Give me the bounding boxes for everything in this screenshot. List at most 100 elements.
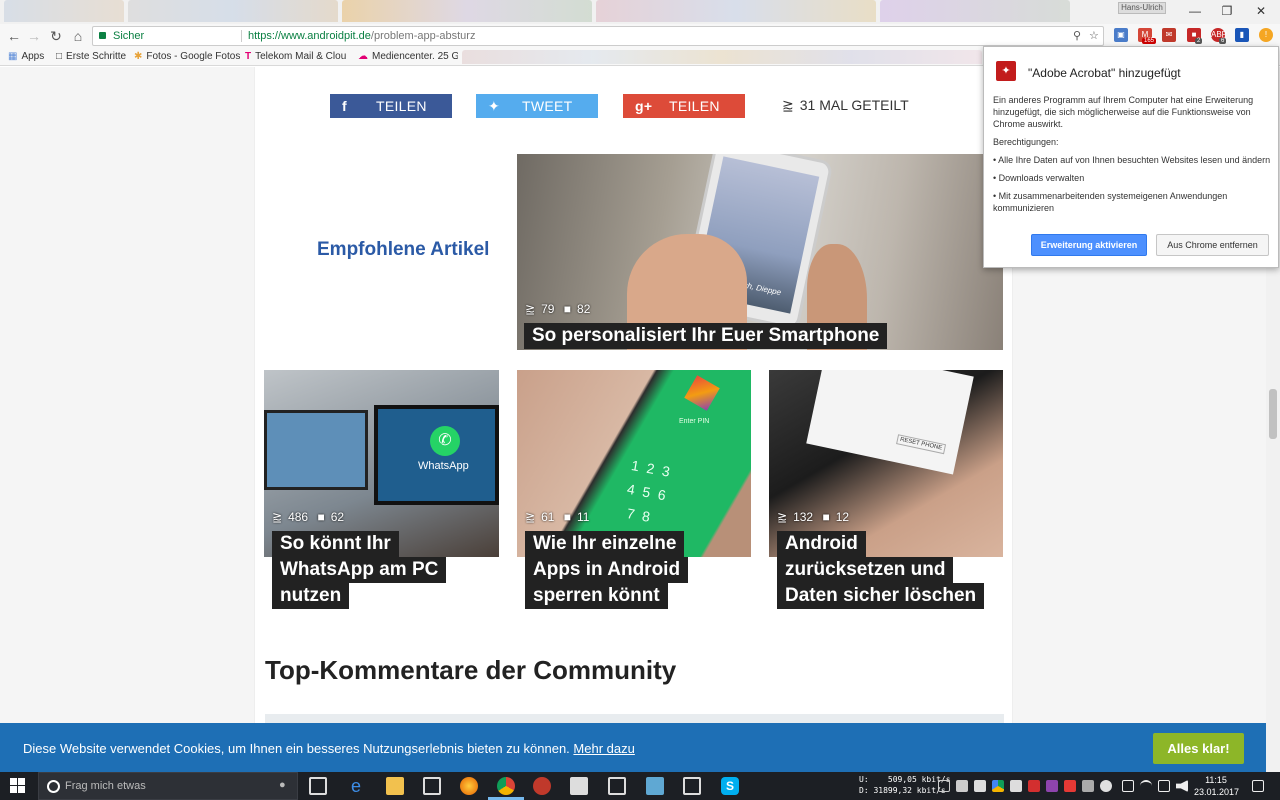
defender-tray-icon[interactable] <box>974 780 986 792</box>
title-line: WhatsApp am PC <box>272 557 447 583</box>
tab[interactable] <box>4 0 124 22</box>
facebook-icon: f <box>342 98 347 114</box>
clock-date: 23.01.2017 <box>1194 787 1240 797</box>
cookie-message: Diese Website verwendet Cookies, um Ihne… <box>23 741 635 756</box>
mail-app-icon[interactable] <box>608 777 626 795</box>
back-icon[interactable]: ← <box>4 26 24 46</box>
omnibox-separator <box>241 30 242 42</box>
store-icon[interactable] <box>423 777 441 795</box>
battery-tray-icon[interactable] <box>1122 780 1134 792</box>
article-title[interactable]: Android zurücksetzen und Daten sicher lö… <box>777 531 985 609</box>
facebook-share-button[interactable]: f TEILEN <box>330 94 452 118</box>
article-image: RESET PHONE <box>769 370 1003 557</box>
tray-app-icon[interactable] <box>1010 780 1022 792</box>
featured-article-card[interactable]: On the Beach, Dieppe ⪎ 79 ■ 82 So personal… <box>517 154 1003 350</box>
firefox-icon[interactable] <box>460 777 478 795</box>
tray-app-icon[interactable] <box>1082 780 1094 792</box>
scrollbar-thumb[interactable] <box>1269 389 1277 439</box>
utility-app-icon[interactable] <box>533 777 551 795</box>
cast-icon[interactable]: ▣ <box>1114 28 1128 42</box>
close-icon[interactable]: ✕ <box>1244 0 1278 22</box>
bookmark-mediencenter[interactable]: ☁ Mediencenter. 25 GB <box>358 51 458 62</box>
tab[interactable] <box>596 0 876 22</box>
microphone-icon[interactable]: ● <box>279 779 286 791</box>
onedrive-tray-icon[interactable] <box>1100 780 1112 792</box>
start-pane <box>10 778 17 785</box>
title-line: Wie Ihr einzelne <box>525 531 685 557</box>
photos-app-icon[interactable] <box>646 777 664 795</box>
reset-phone-text: RESET PHONE <box>896 434 946 455</box>
article-card-app-lock[interactable]: Enter PIN 1 2 34 5 6 7 8 ⪎ 61 ■ 11 Wie Ihr… <box>517 370 751 610</box>
adblock-badge: 6 <box>1219 38 1227 44</box>
article-title[interactable]: Wie Ihr einzelne Apps in Android sperren… <box>525 531 689 609</box>
mail-tray-icon[interactable] <box>1028 780 1040 792</box>
calculator-icon[interactable] <box>570 777 588 795</box>
tab[interactable] <box>128 0 338 22</box>
reload-icon[interactable]: ↻ <box>46 26 66 46</box>
article-title[interactable]: So könnt Ihr WhatsApp am PC nutzen <box>272 531 447 609</box>
profile-button[interactable]: Hans-Ulrich <box>1118 2 1166 14</box>
tab[interactable] <box>342 0 592 22</box>
minimize-icon[interactable]: — <box>1178 0 1212 22</box>
bookmark-google-fotos[interactable]: ✱ Fotos - Google Fotos <box>134 51 240 62</box>
upload-speed: U: 509,05 kbit/s <box>859 775 951 784</box>
cookie-accept-button[interactable]: Alles klar! <box>1153 733 1244 764</box>
wifi-tray-icon[interactable] <box>1140 780 1152 792</box>
google-drive-tray-icon[interactable] <box>992 780 1004 792</box>
article-stats: ⪎ 132 ■ 12 <box>777 510 855 524</box>
cookie-text: Diese Website verwendet Cookies, um Ihne… <box>23 741 570 756</box>
bookmark-label: Erste Schritte <box>66 51 127 62</box>
chrome-icon[interactable] <box>497 777 515 795</box>
task-view-icon[interactable] <box>309 777 327 795</box>
whatsapp-icon: ✆ <box>430 426 460 456</box>
volume-tray-icon[interactable] <box>1176 780 1188 792</box>
taskbar-clock[interactable]: 11:15 23.01.2017 <box>1194 774 1240 798</box>
google-photos-icon: ✱ <box>134 51 143 62</box>
article-card-reset[interactable]: RESET PHONE ⪎ 132 ■ 12 Android zurücksetze… <box>769 370 1003 610</box>
whatsapp-wordmark: WhatsApp <box>418 460 469 472</box>
bookmarks-blurred <box>462 50 982 64</box>
googleplus-share-button[interactable]: g+ TEILEN <box>623 94 745 118</box>
skype-icon[interactable]: S <box>721 777 739 795</box>
bookmark-label: Mediencenter. 25 GB <box>372 51 458 62</box>
bookmark-label: Fotos - Google Fotos <box>146 51 241 62</box>
enable-extension-button[interactable]: Erweiterung aktivieren <box>1031 234 1147 256</box>
address-bar[interactable]: Sicher https://www.androidpit.de/problem… <box>92 26 1104 46</box>
bookmark-erste-schritte[interactable]: □ Erste Schritte <box>56 51 126 62</box>
mail-icon[interactable]: ✉ <box>1162 28 1176 42</box>
share-count: 486 <box>288 510 309 524</box>
feedback-app-icon[interactable] <box>683 777 701 795</box>
tab[interactable] <box>880 0 1070 22</box>
title-line: So personalisiert Ihr Euer Smartphone <box>524 323 888 349</box>
cortana-search-box[interactable]: Frag mich etwas ● <box>38 772 298 800</box>
home-icon[interactable]: ⌂ <box>68 26 88 46</box>
featured-article-title[interactable]: So personalisiert Ihr Euer Smartphone <box>524 323 888 349</box>
popup-permissions-heading: Berechtigungen: <box>993 137 1059 147</box>
chrome-menu-warning-icon[interactable]: ! <box>1259 28 1273 42</box>
tray-app-icon[interactable] <box>1064 780 1076 792</box>
bookmark-extension-icon[interactable]: ▮ <box>1235 28 1249 42</box>
start-pane <box>18 786 25 793</box>
title-line: zurücksetzen und <box>777 557 954 583</box>
bookmark-telekom-mail[interactable]: T Telekom Mail & Clou <box>245 51 346 62</box>
key-icon[interactable]: ⚲ <box>1073 27 1081 45</box>
forward-icon[interactable]: → <box>24 26 44 46</box>
antivirus-tray-icon[interactable] <box>956 780 968 792</box>
title-line: Daten sicher löschen <box>777 583 985 609</box>
action-center-icon[interactable] <box>1252 780 1264 792</box>
remove-from-chrome-button[interactable]: Aus Chrome entfernen <box>1156 234 1269 256</box>
network-monitor-tray-icon[interactable] <box>938 780 950 792</box>
comment-count: 12 <box>835 510 850 524</box>
start-pane <box>10 786 17 793</box>
edge-icon[interactable]: e <box>347 777 365 795</box>
file-explorer-icon[interactable] <box>386 777 404 795</box>
cookie-more-link[interactable]: Mehr dazu <box>573 741 634 756</box>
windows-start-icon[interactable] <box>10 778 26 794</box>
tray-app-icon[interactable] <box>1046 780 1058 792</box>
twitter-share-button[interactable]: ✦ TWEET <box>476 94 598 118</box>
article-card-whatsapp[interactable]: ✆ WhatsApp ⪎ 486 ■ 62 So könnt Ihr WhatsAp… <box>264 370 499 610</box>
monitor-tray-icon[interactable] <box>1158 780 1170 792</box>
restore-icon[interactable]: ❐ <box>1210 0 1244 22</box>
bookmark-apps[interactable]: ▦ Apps <box>8 51 44 62</box>
star-icon[interactable]: ☆ <box>1089 27 1099 45</box>
